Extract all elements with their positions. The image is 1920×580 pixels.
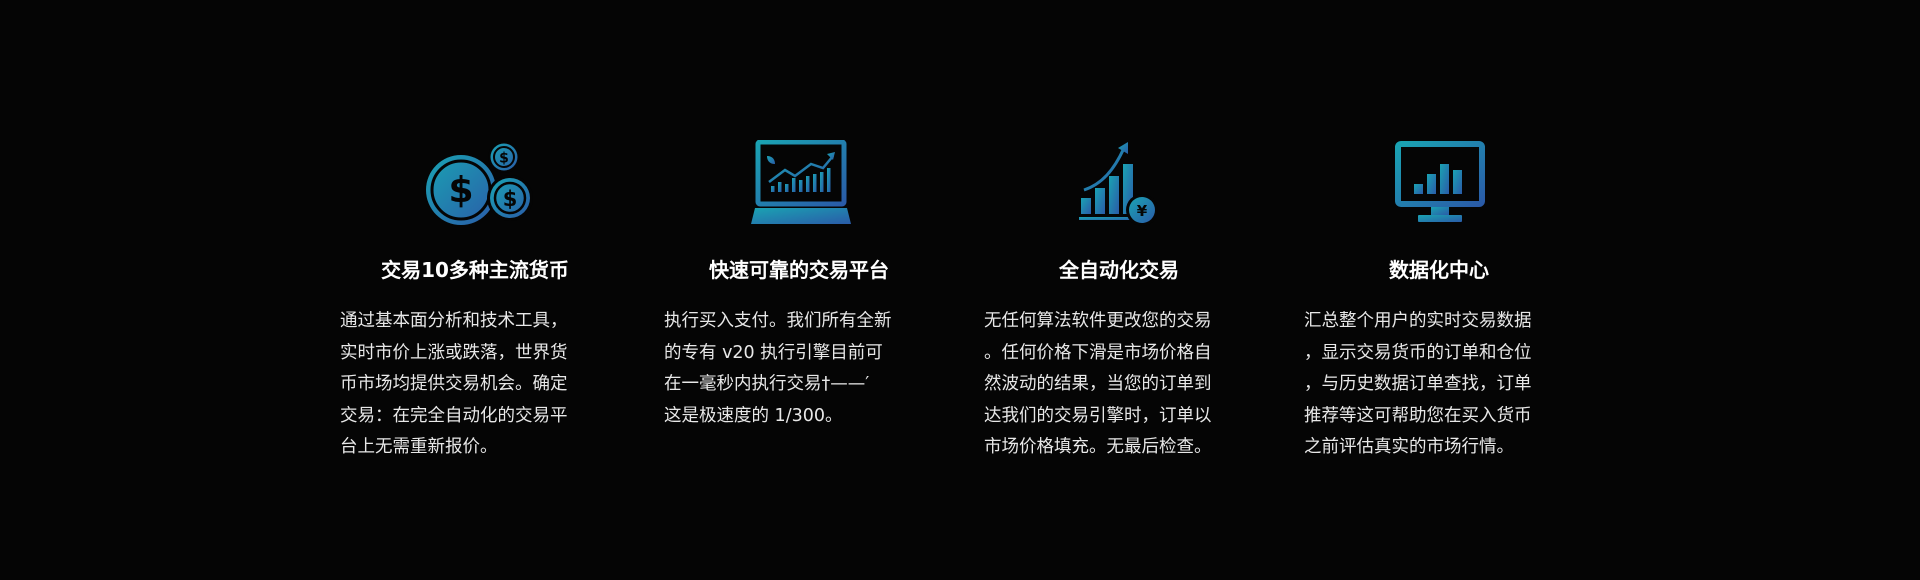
description-line: ，与历史数据订单查找，订单 (1304, 374, 1532, 394)
growth-chart-yen-icon: ¥ (1054, 140, 1184, 230)
feature-title: 交易10多种主流货币 (381, 258, 569, 282)
data-monitor-icon (1374, 140, 1504, 230)
svg-text:$: $ (503, 187, 518, 211)
feature-title: 快速可靠的交易平台 (709, 258, 889, 282)
dollar-coins-icon: $ $ $ (417, 140, 547, 230)
feature-description: 执行买入支付。我们所有全新 的专有 v20 执行引擎目前可 在一毫秒内执行交易†… (664, 306, 934, 432)
description-line: 在一毫秒内执行交易†——′ (664, 374, 870, 394)
description-line: 币市场均提供交易机会。确定 (340, 374, 568, 394)
description-line: 交易：在完全自动化的交易平 (340, 405, 568, 426)
description-line: 然波动的结果，当您的订单到 (984, 374, 1212, 394)
svg-text:¥: ¥ (1137, 202, 1148, 220)
trading-monitor-icon (733, 140, 863, 230)
description-line: 推荐等这可帮助您在买入货币 (1304, 405, 1532, 426)
description-line: 无任何算法软件更改您的交易 (984, 311, 1212, 331)
description-line: 达我们的交易引擎时，订单以 (984, 405, 1212, 426)
feature-description: 通过基本面分析和技术工具， 实时市价上涨或跌落，世界货 币市场均提供交易机会。确… (340, 306, 610, 464)
description-line: 市场价格填充。无最后检查。 (984, 437, 1212, 457)
feature-title: 全自动化交易 (1059, 258, 1179, 282)
description-line: 执行买入支付。我们所有全新 (664, 311, 892, 331)
features-section: $ $ $ 交易10多种主流货币 通过基本面分析和技术工具， 实时市价上涨或跌落… (0, 0, 1920, 580)
description-line: 实时市价上涨或跌落，世界货 (340, 342, 568, 363)
description-line: 之前评估真实的市场行情。 (1304, 437, 1514, 457)
svg-text:$: $ (448, 170, 473, 211)
description-line: 通过基本面分析和技术工具， (340, 311, 568, 331)
feature-description: 汇总整个用户的实时交易数据 ，显示交易货币的订单和仓位 ，与历史数据订单查找，订… (1304, 306, 1574, 464)
feature-description: 无任何算法软件更改您的交易 。任何价格下滑是市场价格自 然波动的结果，当您的订单… (984, 306, 1254, 464)
description-line: 的专有 v20 执行引擎目前可 (664, 342, 883, 363)
feature-title: 数据化中心 (1389, 258, 1489, 282)
description-line: 台上无需重新报价。 (340, 437, 498, 457)
description-line: 这是极速度的 1/300。 (664, 405, 843, 426)
description-line: ，显示交易货币的订单和仓位 (1304, 342, 1532, 363)
description-line: 。任何价格下滑是市场价格自 (984, 342, 1212, 363)
description-line: 汇总整个用户的实时交易数据 (1304, 311, 1532, 331)
svg-text:$: $ (499, 151, 509, 167)
